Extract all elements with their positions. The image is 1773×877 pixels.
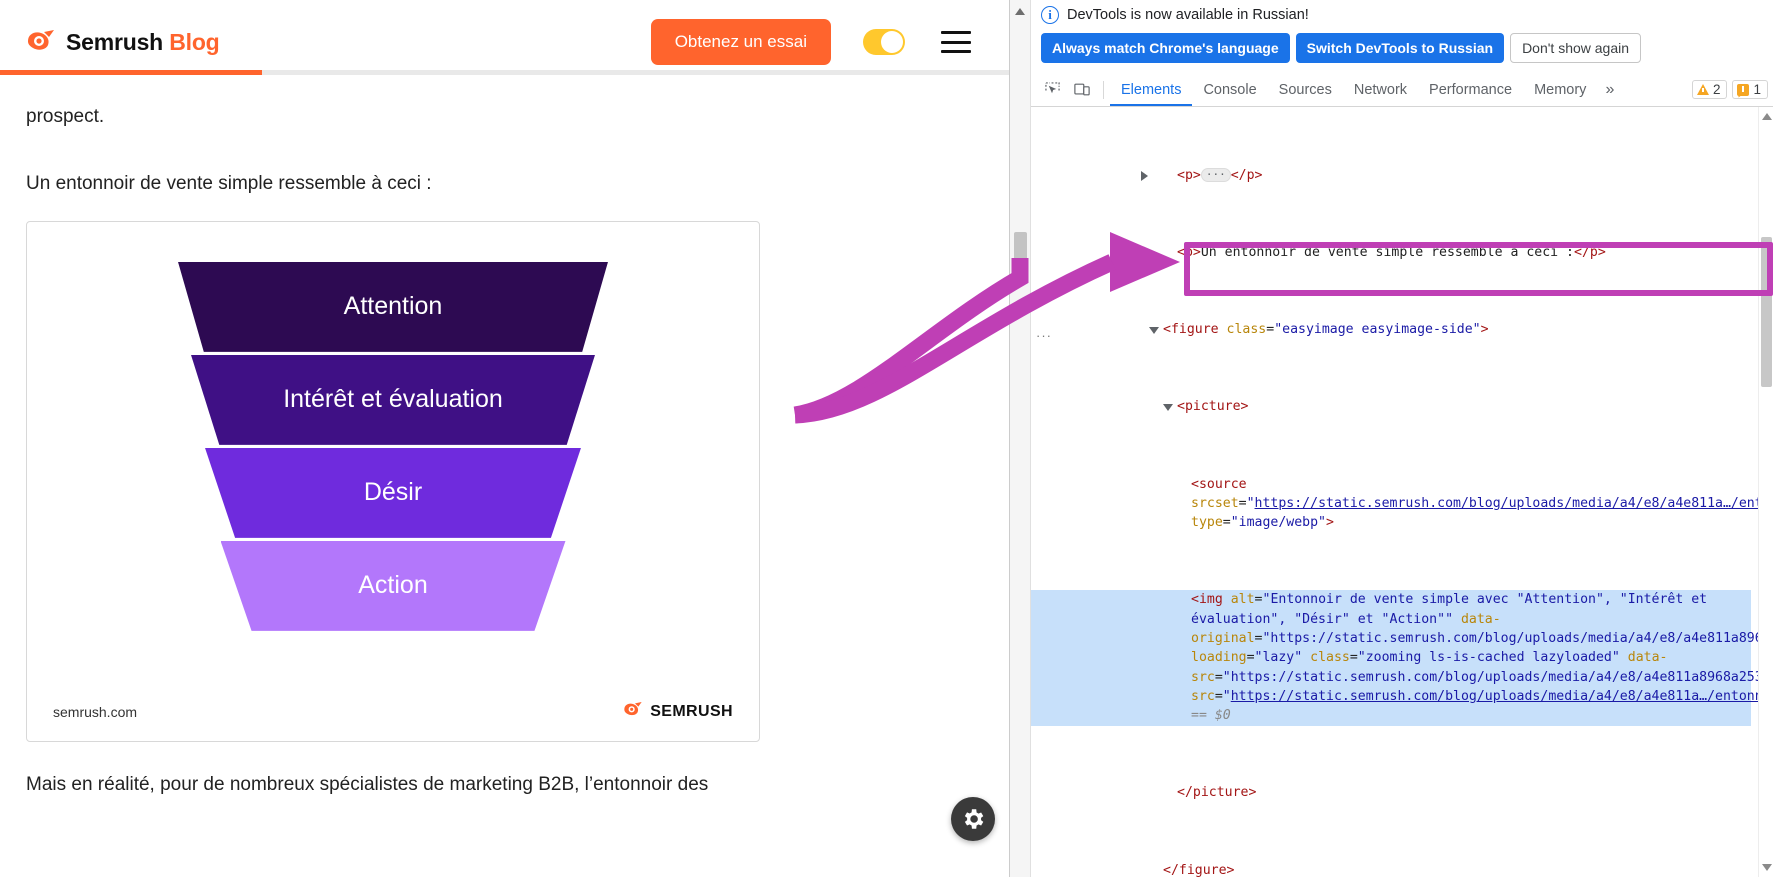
paragraph-prospect: prospect. bbox=[26, 102, 983, 131]
scroll-down-arrow-icon[interactable] bbox=[1762, 864, 1772, 871]
dom-row[interactable]: </figure> bbox=[1031, 861, 1751, 877]
switch-to-russian-button[interactable]: Switch DevTools to Russian bbox=[1296, 33, 1504, 63]
funnel-stage-label: Désir bbox=[364, 478, 422, 507]
error-message-icon bbox=[1737, 84, 1749, 96]
collapse-triangle-icon[interactable] bbox=[1163, 404, 1173, 411]
paragraph-reality: Mais en réalité, pour de nombreux spécia… bbox=[26, 770, 983, 799]
notice-row: i DevTools is now available in Russian! bbox=[1041, 6, 1763, 24]
site-logo[interactable]: Semrush Blog bbox=[26, 29, 220, 56]
funnel-stage-label: Attention bbox=[344, 292, 443, 321]
device-toolbar-icon[interactable] bbox=[1067, 76, 1097, 104]
blog-page: Semrush Blog Obtenez un essai prospect. … bbox=[0, 0, 1009, 877]
figure-footer: semrush.com SEMRUSH bbox=[27, 702, 759, 723]
errors-badge[interactable]: 1 bbox=[1732, 80, 1768, 99]
scrollbar-thumb[interactable] bbox=[1014, 232, 1027, 266]
info-icon: i bbox=[1041, 6, 1059, 24]
tab-sources[interactable]: Sources bbox=[1268, 73, 1343, 106]
notice-message: DevTools is now available in Russian! bbox=[1067, 7, 1309, 23]
get-trial-button[interactable]: Obtenez un essai bbox=[651, 19, 831, 65]
scroll-up-arrow-icon[interactable] bbox=[1015, 8, 1025, 15]
dom-row[interactable]: </picture> bbox=[1031, 783, 1751, 802]
tab-network[interactable]: Network bbox=[1343, 73, 1418, 106]
dom-row-overflow-indicator[interactable]: ··· bbox=[1036, 328, 1052, 343]
funnel-stage-interest: Intérêt et évaluation bbox=[191, 355, 595, 445]
semrush-watermark-icon bbox=[623, 702, 643, 723]
paragraph-intro-funnel: Un entonnoir de vente simple ressemble à… bbox=[26, 169, 983, 198]
gear-icon[interactable] bbox=[951, 797, 995, 841]
hamburger-bar-2 bbox=[941, 41, 971, 44]
dom-row[interactable]: <figure class="easyimage easyimage-side"… bbox=[1031, 320, 1751, 339]
semrush-logo-icon bbox=[26, 30, 56, 54]
always-match-language-button[interactable]: Always match Chrome's language bbox=[1041, 33, 1290, 63]
toolbar-divider bbox=[1103, 81, 1104, 99]
tab-elements[interactable]: Elements bbox=[1110, 73, 1192, 106]
reading-progress-bar bbox=[0, 70, 1009, 75]
tab-console[interactable]: Console bbox=[1192, 73, 1267, 106]
warnings-count: 2 bbox=[1713, 82, 1721, 97]
warnings-badge[interactable]: 2 bbox=[1692, 80, 1728, 99]
funnel-stage-label: Action bbox=[358, 571, 427, 600]
annotation-highlight-box bbox=[1184, 242, 1773, 296]
brand-name: Semrush bbox=[66, 29, 163, 55]
collapsed-children-icon[interactable]: ··· bbox=[1201, 168, 1231, 182]
page-scrollbar[interactable] bbox=[1010, 0, 1031, 877]
funnel-diagram: Attention Intérêt et évaluation Désir Ac… bbox=[27, 262, 759, 631]
site-title: Semrush Blog bbox=[66, 29, 220, 56]
dom-row[interactable]: <source srcset="https://static.semrush.c… bbox=[1031, 475, 1751, 533]
figure-source-url: semrush.com bbox=[53, 704, 137, 720]
scroll-up-arrow-icon[interactable] bbox=[1762, 113, 1772, 120]
more-tabs-icon[interactable]: » bbox=[1597, 81, 1622, 99]
hamburger-menu-icon[interactable] bbox=[941, 31, 971, 53]
dom-row[interactable]: <p>···</p> bbox=[1031, 166, 1751, 185]
dom-tree-scrollbar[interactable] bbox=[1758, 107, 1773, 877]
dom-tree[interactable]: <p>···</p> <p>Un entonnoir de vente simp… bbox=[1031, 107, 1751, 877]
brand-suffix: Blog bbox=[169, 29, 219, 55]
errors-count: 1 bbox=[1753, 82, 1761, 97]
devtools-inner: i DevTools is now available in Russian! … bbox=[1031, 0, 1773, 877]
dont-show-again-button[interactable]: Don't show again bbox=[1510, 33, 1641, 63]
funnel-stage-action: Action bbox=[221, 541, 566, 631]
funnel-stage-desire: Désir bbox=[205, 448, 581, 538]
funnel-stage-label: Intérêt et évaluation bbox=[283, 385, 503, 414]
figure-watermark: SEMRUSH bbox=[623, 702, 733, 723]
dom-tree-panel[interactable]: <p>···</p> <p>Un entonnoir de vente simp… bbox=[1031, 107, 1773, 877]
language-notice-bar: i DevTools is now available in Russian! … bbox=[1031, 0, 1773, 73]
reading-progress-fill bbox=[0, 70, 262, 75]
dom-row-img-element[interactable]: <img alt="Entonnoir de vente simple avec… bbox=[1031, 590, 1751, 725]
tab-performance[interactable]: Performance bbox=[1418, 73, 1523, 106]
devtools-panel: i DevTools is now available in Russian! … bbox=[1009, 0, 1773, 877]
notice-buttons: Always match Chrome's language Switch De… bbox=[1041, 33, 1763, 63]
devtools-tabbar: Elements Console Sources Network Perform… bbox=[1031, 73, 1773, 107]
theme-toggle[interactable] bbox=[863, 29, 905, 55]
tab-memory[interactable]: Memory bbox=[1523, 73, 1597, 106]
site-header: Semrush Blog Obtenez un essai bbox=[0, 0, 1009, 84]
inspect-element-icon[interactable] bbox=[1037, 76, 1067, 104]
funnel-stage-attention: Attention bbox=[178, 262, 608, 352]
dom-row[interactable]: <picture> bbox=[1031, 397, 1751, 416]
funnel-figure: Attention Intérêt et évaluation Désir Ac… bbox=[26, 221, 760, 742]
collapse-triangle-icon[interactable] bbox=[1149, 327, 1159, 334]
expand-triangle-icon[interactable] bbox=[1141, 171, 1148, 181]
figure-watermark-text: SEMRUSH bbox=[650, 703, 733, 721]
hamburger-bar-3 bbox=[941, 50, 971, 53]
screenshot-root: Semrush Blog Obtenez un essai prospect. … bbox=[0, 0, 1773, 877]
hamburger-bar-1 bbox=[941, 31, 971, 34]
warning-triangle-icon bbox=[1697, 84, 1709, 95]
article-body: prospect. Un entonnoir de vente simple r… bbox=[0, 102, 1009, 799]
